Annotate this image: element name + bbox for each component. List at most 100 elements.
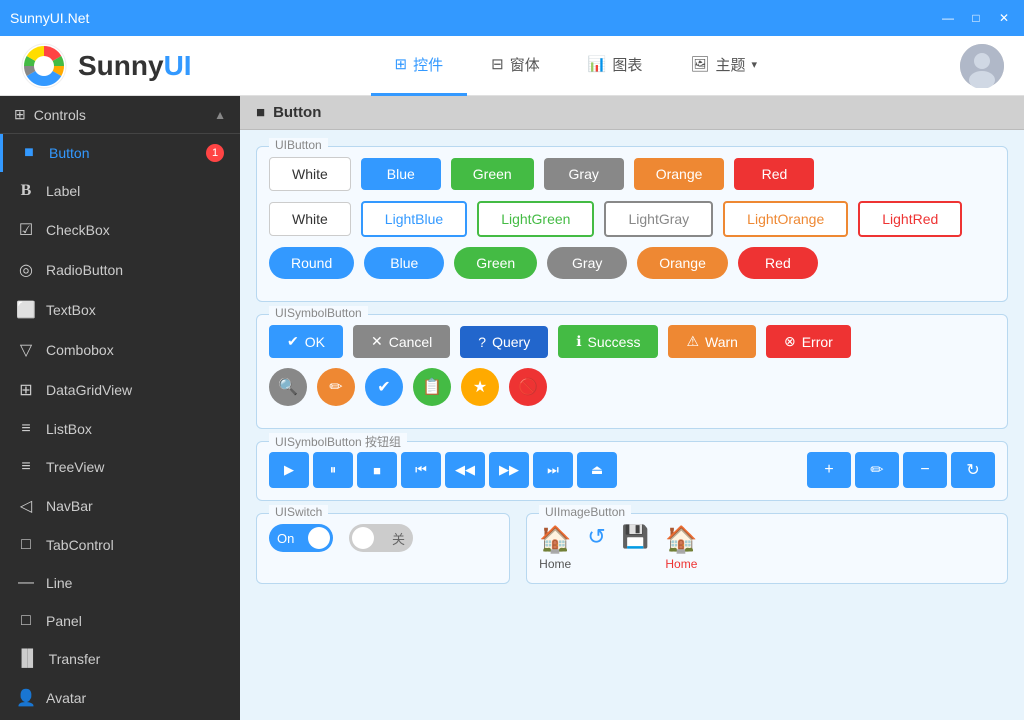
sidebar-item-datagridview[interactable]: ⊞ DataGridView — [0, 370, 240, 410]
switch-container: On 关 — [269, 524, 497, 552]
page-title: Button — [273, 104, 321, 121]
save-icon: 💾 — [622, 524, 649, 550]
btn-lightblue[interactable]: LightBlue — [361, 201, 467, 237]
btn-stop-circle[interactable]: 🚫 — [509, 368, 547, 406]
sidebar-item-navbar[interactable]: ◁ NavBar — [0, 486, 240, 526]
btn-play[interactable]: ▶ — [269, 452, 309, 488]
btn-edit-action[interactable]: ✏ — [855, 452, 899, 488]
tab-controls[interactable]: ⊞ 控件 — [371, 36, 468, 96]
btn-clipboard-circle[interactable]: 📋 — [413, 368, 451, 406]
textbox-icon: ⬜ — [16, 300, 36, 320]
uibutton-row1: White Blue Green Gray Orange Red — [269, 157, 995, 191]
btn-eject[interactable]: ⏏ — [577, 452, 617, 488]
btn-round[interactable]: Round — [269, 247, 354, 279]
sidebar-item-button[interactable]: ■ Button 1 — [0, 134, 240, 172]
btn-lightgray[interactable]: LightGray — [604, 201, 713, 237]
btn-edit-circle[interactable]: ✏ — [317, 368, 355, 406]
tab-charts[interactable]: 📊 图表 — [564, 36, 667, 96]
btn-skip-back[interactable]: ⏮ — [401, 452, 441, 488]
btn-round-red[interactable]: Red — [738, 247, 818, 279]
app-title: SunnyUI.Net — [10, 10, 89, 26]
btn-success[interactable]: ℹ Success — [558, 325, 658, 358]
btn-skip-forward[interactable]: ⏭ — [533, 452, 573, 488]
content-header: ■ Button — [240, 96, 1024, 130]
sidebar-item-panel[interactable]: □ Panel — [0, 602, 240, 640]
sidebar-item-label[interactable]: B Label — [0, 172, 240, 210]
btn-rewind[interactable]: ◀◀ — [445, 452, 485, 488]
uisymbolbutton-section: UISymbolButton ✔ OK ✕ Cancel ? Query — [256, 314, 1008, 429]
switch-on[interactable]: On — [269, 524, 333, 552]
btn-refresh[interactable]: ↻ — [951, 452, 995, 488]
maximize-button[interactable]: □ — [966, 8, 986, 28]
scroll-up-arrow[interactable]: ▲ — [214, 108, 226, 122]
btn-green[interactable]: Green — [451, 158, 534, 190]
btn-lightgreen[interactable]: LightGreen — [477, 201, 594, 237]
uibutton-row2: White LightBlue LightGreen LightGray Lig… — [269, 201, 995, 237]
switch-on-label: On — [277, 531, 294, 546]
btn-query[interactable]: ? Query — [460, 326, 548, 358]
imgbtn-home2[interactable]: 🏠 Home — [665, 524, 697, 571]
sidebar-item-combobox[interactable]: ▽ Combobox — [0, 330, 240, 370]
image-button-row: 🏠 Home ↺ 💾 🏠 Home — [539, 524, 995, 571]
btn-check-circle[interactable]: ✔ — [365, 368, 403, 406]
sidebar-scroll[interactable]: ■ Button 1 B Label ☑ CheckBox ◎ RadioBut… — [0, 134, 240, 720]
content-body: UIButton White Blue Green Gray Orange Re… — [240, 130, 1024, 612]
button-badge: 1 — [206, 144, 224, 162]
btn-round-orange[interactable]: Orange — [637, 247, 728, 279]
btn-ok[interactable]: ✔ OK — [269, 325, 343, 358]
tab-windows[interactable]: ⊟ 窗体 — [467, 36, 564, 96]
sidebar-item-transfer[interactable]: ▐▌ Transfer — [0, 640, 240, 678]
sidebar-item-textbox[interactable]: ⬜ TextBox — [0, 290, 240, 330]
imgbtn-refresh[interactable]: ↺ — [587, 524, 605, 550]
btn-cancel[interactable]: ✕ Cancel — [353, 325, 450, 358]
btn-search-circle[interactable]: 🔍 — [269, 368, 307, 406]
btn-pause[interactable]: ⏸ — [313, 452, 353, 488]
imgbtn-save[interactable]: 💾 — [622, 524, 649, 550]
sidebar-item-checkbox[interactable]: ☑ CheckBox — [0, 210, 240, 250]
close-button[interactable]: ✕ — [994, 8, 1014, 28]
btn-stop[interactable]: ■ — [357, 452, 397, 488]
imgbtn-home1[interactable]: 🏠 Home — [539, 524, 571, 571]
button-icon: ■ — [19, 144, 39, 162]
datagridview-icon: ⊞ — [16, 380, 36, 400]
sidebar-item-radiobutton[interactable]: ◎ RadioButton — [0, 250, 240, 290]
minimize-button[interactable]: — — [938, 8, 958, 28]
btn-gray[interactable]: Gray — [544, 158, 624, 190]
btn-orange[interactable]: Orange — [634, 158, 725, 190]
symbolbutton-row1: ✔ OK ✕ Cancel ? Query ℹ Success — [269, 325, 995, 358]
btn-remove[interactable]: − — [903, 452, 947, 488]
btn-white-2[interactable]: White — [269, 202, 351, 236]
sidebar-item-listbox[interactable]: ≡ ListBox — [0, 410, 240, 448]
btn-red[interactable]: Red — [734, 158, 814, 190]
switch-off[interactable]: 关 — [349, 524, 413, 552]
stop-icon: 🚫 — [518, 377, 538, 397]
btn-round-blue[interactable]: Blue — [364, 247, 444, 279]
sidebar-item-line[interactable]: — Line — [0, 564, 240, 602]
tab-controls-icon: ⊞ — [395, 55, 408, 73]
btn-round-gray[interactable]: Gray — [547, 247, 627, 279]
btn-white[interactable]: White — [269, 157, 351, 191]
tab-themes[interactable]: 🖼 主题 ▾ — [666, 36, 781, 96]
uibutton-label: UIButton — [269, 138, 328, 152]
chevron-down-icon: ▾ — [751, 58, 757, 71]
tabcontrol-icon: □ — [16, 536, 36, 554]
switch-off-label: 关 — [392, 529, 405, 548]
btn-blue[interactable]: Blue — [361, 158, 441, 190]
uiswitch-label: UISwitch — [269, 505, 328, 519]
btn-warn[interactable]: ⚠ Warn — [668, 325, 756, 358]
btn-star-circle[interactable]: ★ — [461, 368, 499, 406]
btn-fast-forward[interactable]: ▶▶ — [489, 452, 529, 488]
btn-round-green[interactable]: Green — [454, 247, 537, 279]
tab-charts-icon: 📊 — [588, 55, 607, 73]
btn-lightorange[interactable]: LightOrange — [723, 201, 848, 237]
btn-error[interactable]: ⊗ Error — [766, 325, 851, 358]
label-icon: B — [16, 182, 36, 200]
sidebar-item-avatar[interactable]: 👤 Avatar — [0, 678, 240, 718]
btn-lightred[interactable]: LightRed — [858, 201, 962, 237]
sidebar-item-treeview[interactable]: ≡ TreeView — [0, 448, 240, 486]
avatar[interactable] — [960, 44, 1004, 88]
sidebar-item-tabcontrol[interactable]: □ TabControl — [0, 526, 240, 564]
btn-add[interactable]: + — [807, 452, 851, 488]
avatar-icon: 👤 — [16, 688, 36, 708]
nav-tabs: ⊞ 控件 ⊟ 窗体 📊 图表 🖼 主题 ▾ — [371, 36, 781, 96]
